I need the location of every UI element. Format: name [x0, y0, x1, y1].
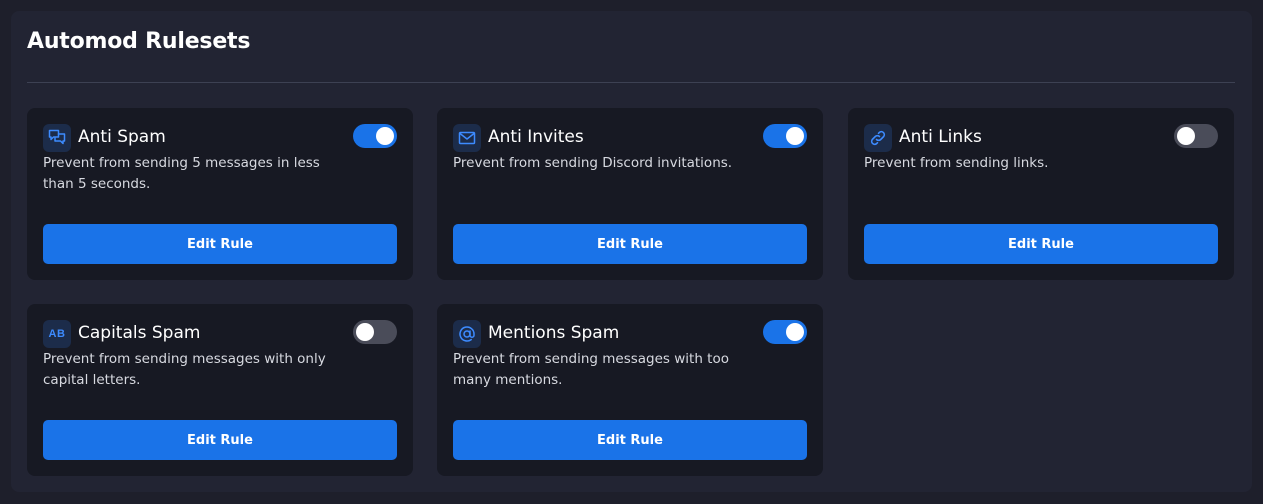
rule-toggle[interactable] [763, 320, 807, 344]
toggle-knob [786, 323, 804, 341]
page-title: Automod Rulesets [27, 29, 251, 54]
rule-card-mentions-spam: Mentions Spam Prevent from sending messa… [437, 304, 823, 476]
rule-toggle[interactable] [353, 124, 397, 148]
toggle-knob [356, 323, 374, 341]
rule-description: Prevent from sending links. [864, 155, 1049, 171]
toggle-knob [786, 127, 804, 145]
edit-rule-button[interactable]: Edit Rule [43, 420, 397, 460]
title-divider [27, 82, 1235, 83]
rule-toggle[interactable] [1174, 124, 1218, 148]
rule-title: Anti Invites [488, 127, 584, 147]
edit-rule-button[interactable]: Edit Rule [453, 224, 807, 264]
rule-description: Prevent from sending Discord invitations… [453, 155, 733, 171]
automod-panel: Automod Rulesets Anti Spam Prevent from … [11, 11, 1252, 492]
ab-text-icon: AB [43, 320, 71, 348]
rule-card-capitals-spam: AB Capitals Spam Prevent from sending me… [27, 304, 413, 476]
rule-description: Prevent from sending messages with only … [43, 351, 326, 388]
ab-icon-text: AB [48, 328, 66, 340]
rule-card-anti-links: Anti Links Prevent from sending links. E… [848, 108, 1234, 280]
toggle-knob [1177, 127, 1195, 145]
rule-toggle[interactable] [353, 320, 397, 344]
rule-title: Capitals Spam [78, 323, 201, 343]
edit-rule-button[interactable]: Edit Rule [453, 420, 807, 460]
rule-title: Mentions Spam [488, 323, 620, 343]
chat-bubbles-icon [43, 124, 71, 152]
rule-card-anti-spam: Anti Spam Prevent from sending 5 message… [27, 108, 413, 280]
at-sign-icon [453, 320, 481, 348]
rule-title: Anti Spam [78, 127, 166, 147]
envelope-icon [453, 124, 481, 152]
rule-description: Prevent from sending messages with too m… [453, 351, 729, 388]
toggle-knob [376, 127, 394, 145]
edit-rule-button[interactable]: Edit Rule [864, 224, 1218, 264]
edit-rule-button[interactable]: Edit Rule [43, 224, 397, 264]
rule-title: Anti Links [899, 127, 982, 147]
rule-card-anti-invites: Anti Invites Prevent from sending Discor… [437, 108, 823, 280]
rule-description: Prevent from sending 5 messages in less … [43, 155, 320, 192]
link-icon [864, 124, 892, 152]
rule-toggle[interactable] [763, 124, 807, 148]
